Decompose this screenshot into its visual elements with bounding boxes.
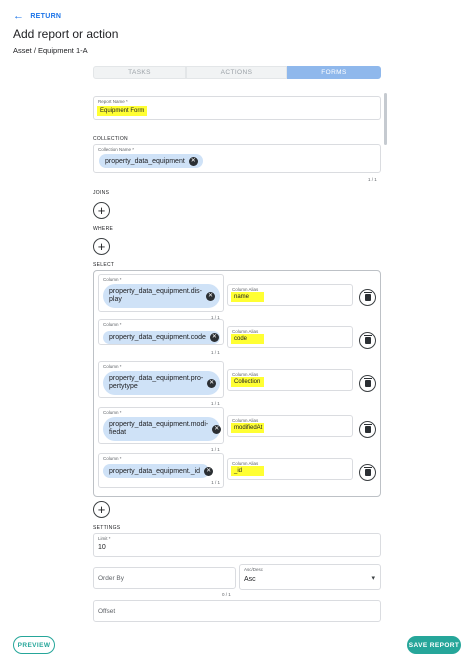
trash-icon <box>363 424 372 433</box>
select-column-field[interactable]: Column * property_data_equipment.modi-fi… <box>98 407 224 444</box>
column-label: Column * <box>103 410 122 415</box>
column-chip[interactable]: property_data_equipment.code ✕ <box>103 331 220 344</box>
select-column-field[interactable]: Column * property_data_equipment._id ✕ 1… <box>98 453 224 488</box>
order-by-count: 0 / 1 <box>222 592 231 597</box>
offset-placeholder: Offset <box>98 608 116 615</box>
alias-value: modifiedAt <box>231 423 264 433</box>
close-icon[interactable]: ✕ <box>212 424 222 434</box>
offset-field[interactable]: Offset <box>93 600 381 622</box>
column-count: 1 / 1 <box>211 480 220 485</box>
column-alias-field[interactable]: Column Alias Collection <box>227 369 353 391</box>
column-alias-field[interactable]: Column Alias modifiedAt <box>227 415 353 437</box>
collection-chip[interactable]: property_data_equipment ✕ <box>99 154 203 168</box>
column-chip[interactable]: property_data_equipment.modi-fiedat ✕ <box>103 417 222 441</box>
add-join-button[interactable]: + <box>93 202 110 219</box>
delete-column-button[interactable] <box>359 332 376 349</box>
plus-icon: + <box>97 239 106 254</box>
tab-actions[interactable]: ACTIONS <box>186 66 287 79</box>
order-by-field[interactable]: Order By <box>93 567 236 589</box>
limit-value: 10 <box>98 544 106 551</box>
column-chip-line1: property_data_equipment._id <box>109 467 201 475</box>
column-alias-field[interactable]: Column Alias name <box>227 284 353 306</box>
column-chip-line2: play <box>109 296 122 303</box>
trash-icon <box>363 292 372 301</box>
column-count: 1 / 1 <box>211 350 220 355</box>
asc-desc-label: Asc/Desc <box>244 567 264 572</box>
report-name-value: Equipment Form <box>97 106 148 116</box>
breadcrumb: Asset / Equipment 1-A <box>13 46 88 55</box>
save-report-button[interactable]: SAVE REPORT <box>407 636 461 654</box>
collection-name-field[interactable]: Collection Name * property_data_equipmen… <box>93 144 381 173</box>
column-label: Column * <box>103 364 122 369</box>
alias-value: _id <box>231 466 264 476</box>
select-column-field[interactable]: Column * property_data_equipment.code ✕ <box>98 319 224 345</box>
add-where-button[interactable]: + <box>93 238 110 255</box>
alias-value: code <box>231 334 264 344</box>
alias-value: name <box>231 292 264 302</box>
report-name-label: Report Name * <box>98 99 128 104</box>
column-chip-line2: fiedat <box>109 429 127 436</box>
limit-field[interactable]: Limit * 10 <box>93 533 381 557</box>
plus-icon: + <box>97 502 106 517</box>
column-alias-field[interactable]: Column Alias _id <box>227 458 353 480</box>
tab-forms[interactable]: FORMS <box>287 66 381 79</box>
tab-tasks[interactable]: TASKS <box>93 66 186 79</box>
dropdown-arrow-icon: ▾ <box>371 575 375 582</box>
select-section-label: SELECT <box>93 262 115 268</box>
column-chip-line2: pertytype <box>109 383 138 390</box>
joins-section-label: JOINS <box>93 190 110 196</box>
delete-column-button[interactable] <box>359 375 376 392</box>
return-label: RETURN <box>30 12 62 20</box>
column-chip[interactable]: property_data_equipment._id ✕ <box>103 464 214 478</box>
plus-icon: + <box>97 203 106 218</box>
collection-chip-label: property_data_equipment <box>105 157 185 165</box>
trash-icon <box>363 378 372 387</box>
column-chip-line1: property_data_equipment.code <box>109 334 206 341</box>
return-link[interactable]: ← RETURN <box>13 9 61 23</box>
column-chip[interactable]: property_data_equipment.pro-pertytype ✕ <box>103 371 220 395</box>
add-select-column-button[interactable]: + <box>93 501 110 518</box>
column-chip-line1: property_data_equipment.dis- <box>109 288 203 295</box>
select-column-field[interactable]: Column * property_data_equipment.pro-per… <box>98 361 224 398</box>
where-section-label: WHERE <box>93 226 114 232</box>
collection-section-label: COLLECTION <box>93 136 128 142</box>
close-icon[interactable]: ✕ <box>206 291 216 301</box>
column-chip-line1: property_data_equipment.modi- <box>109 421 209 428</box>
close-icon[interactable]: ✕ <box>207 378 217 388</box>
column-label: Column * <box>103 277 122 282</box>
collection-name-label: Collection Name * <box>98 147 135 152</box>
column-label: Column * <box>103 456 122 461</box>
column-count: 1 / 1 <box>211 401 220 406</box>
column-chip[interactable]: property_data_equipment.dis-play ✕ <box>103 284 220 308</box>
close-icon[interactable]: ✕ <box>209 333 219 342</box>
select-column-field[interactable]: Column * property_data_equipment.dis-pla… <box>98 274 224 312</box>
asc-desc-value: Asc <box>244 576 256 583</box>
order-by-placeholder: Order By <box>98 575 125 582</box>
page-title: Add report or action <box>13 27 119 41</box>
delete-column-button[interactable] <box>359 289 376 306</box>
alias-value: Collection <box>231 377 264 387</box>
delete-column-button[interactable] <box>359 464 376 481</box>
close-icon[interactable]: ✕ <box>204 466 214 476</box>
limit-label: Limit * <box>98 536 111 541</box>
close-icon[interactable]: ✕ <box>188 156 198 166</box>
collection-count: 1 / 1 <box>368 177 377 182</box>
column-chip-line1: property_data_equipment.pro- <box>109 375 204 382</box>
column-alias-field[interactable]: Column Alias code <box>227 326 353 348</box>
scrollbar-thumb[interactable] <box>384 93 387 145</box>
column-count: 1 / 1 <box>211 447 220 452</box>
trash-icon <box>363 467 372 476</box>
delete-column-button[interactable] <box>359 421 376 438</box>
column-label: Column * <box>103 322 122 327</box>
asc-desc-select[interactable]: Asc/Desc Asc ▾ <box>239 564 381 590</box>
settings-section-label: SETTINGS <box>93 525 121 531</box>
preview-button[interactable]: PREVIEW <box>13 636 55 654</box>
trash-icon <box>363 335 372 344</box>
arrow-left-icon: ← <box>13 9 25 22</box>
report-name-field[interactable]: Report Name * Equipment Form <box>93 96 381 120</box>
